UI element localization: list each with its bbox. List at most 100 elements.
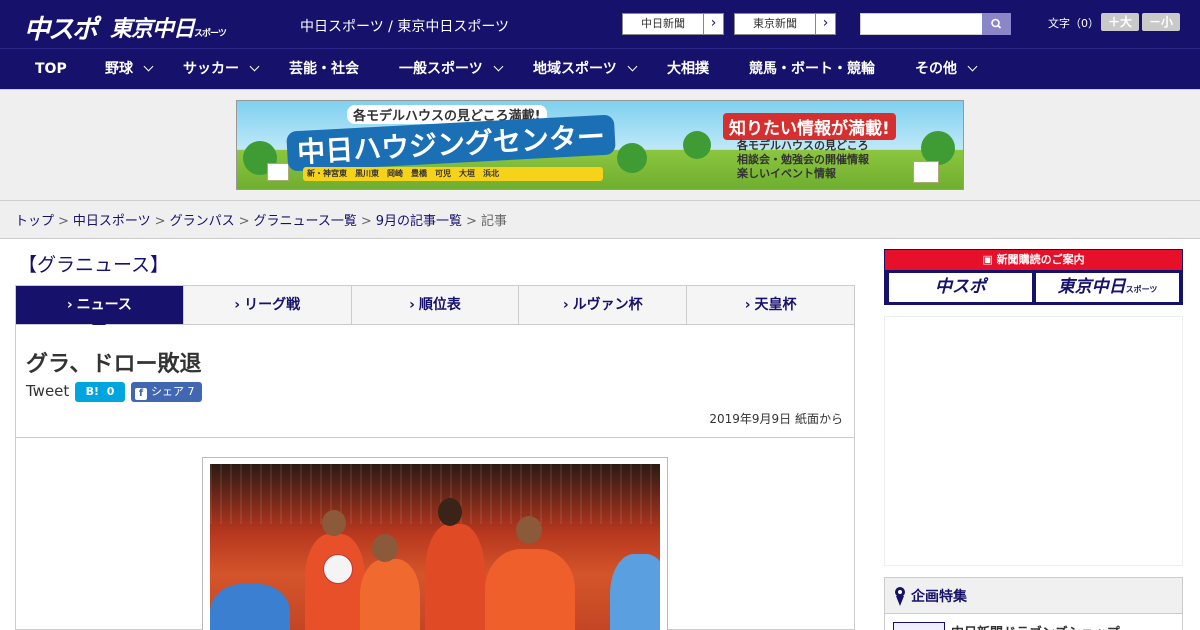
player-head: [516, 516, 542, 544]
goal-net: [210, 464, 660, 524]
chevron-down-icon: [627, 61, 638, 72]
nav-item-racing[interactable]: 競馬・ボート・競輪: [749, 49, 875, 90]
tab-news[interactable]: › ニュース: [16, 286, 184, 332]
banner-locations: 新・神宮東 黒川東 岡崎 豊橋 可児 大垣 浜北: [303, 167, 603, 181]
nav-item-entertainment[interactable]: 芸能・社会: [289, 49, 359, 90]
breadcrumb-separator: >: [466, 214, 477, 229]
subscription-header-label: 新聞購読のご案内: [996, 253, 1085, 266]
nav-item-regional-sports[interactable]: 地域スポーツ: [533, 49, 638, 90]
tokyo-logo-small: スポーツ: [194, 29, 227, 39]
tree-decoration: [683, 131, 711, 159]
hatena-icon: B!: [85, 385, 100, 398]
chevron-right-icon: ›: [815, 14, 835, 34]
tree-decoration: [617, 143, 647, 173]
dragons-shop-thumbnail[interactable]: [893, 622, 945, 630]
chevron-right-icon: ›: [234, 297, 241, 313]
divider: [15, 437, 855, 438]
player-figure: [360, 559, 420, 630]
nav-item-baseball[interactable]: 野球: [105, 49, 154, 90]
tweet-button[interactable]: Tweet: [26, 382, 69, 400]
subscribe-chuspo-button[interactable]: 中スポ: [889, 273, 1032, 302]
sidebar-ad[interactable]: [884, 316, 1183, 566]
nav-label: サッカー: [183, 61, 239, 77]
breadcrumb: トップ > 中日スポーツ > グランパス > グラニュース一覧 >9月の記事一覧 > 記事: [15, 210, 507, 229]
font-smaller-button[interactable]: －小: [1142, 13, 1180, 31]
nav-label: 競馬・ボート・競輪: [749, 61, 875, 77]
nav-label: 一般スポーツ: [399, 61, 483, 77]
chunichi-shimbun-link[interactable]: 中日新聞 ›: [622, 13, 724, 35]
nav-label: その他: [915, 61, 957, 77]
article-photo[interactable]: [210, 464, 660, 630]
nav-item-sumo[interactable]: 大相撲: [667, 49, 709, 90]
tab-emperors-cup[interactable]: › 天皇杯: [687, 286, 854, 324]
font-size-label: 文字（0）: [1048, 17, 1099, 30]
chevron-right-icon: ›: [744, 297, 751, 313]
nav-item-soccer[interactable]: サッカー: [183, 49, 260, 90]
chevron-right-icon: ›: [409, 297, 415, 313]
tokyo-shimbun-link[interactable]: 東京新聞 ›: [734, 13, 836, 35]
site-title[interactable]: 中日スポーツ / 東京中日スポーツ: [300, 16, 509, 36]
subscribe-tokyo-small: スポーツ: [1125, 285, 1158, 294]
banner-item: 相談会・勉強会の開催情報: [737, 153, 869, 166]
medal-icon: [895, 587, 905, 606]
housing-center-banner[interactable]: 各モデルハウスの見どころ満載! 中日ハウジングセンター 新・神宮東 黒川東 岡崎…: [236, 100, 964, 190]
house-decoration: [913, 161, 939, 183]
tab-levain-cup[interactable]: › ルヴァン杯: [519, 286, 688, 324]
tokyo-logo-main: 東京中日: [110, 17, 195, 42]
player-figure: [485, 549, 575, 630]
chevron-down-icon: [249, 61, 260, 72]
tab-standings[interactable]: › 順位表: [352, 286, 520, 324]
feature-title: 企画特集: [911, 589, 967, 605]
chuspo-logo[interactable]: 中スポ: [24, 9, 98, 46]
paper-link-label: 中日新聞: [641, 17, 685, 30]
facebook-share-button[interactable]: f シェア 7: [131, 382, 202, 402]
nav-label: 芸能・社会: [289, 61, 359, 77]
nav-item-general-sports[interactable]: 一般スポーツ: [399, 49, 504, 90]
banner-item: 楽しいイベント情報: [737, 167, 836, 180]
breadcrumb-separator: >: [238, 214, 250, 229]
tab-label: 順位表: [418, 297, 461, 313]
search-input[interactable]: [860, 13, 983, 35]
banner-right-title: 知りたい情報が満載!: [723, 113, 896, 140]
nav-item-others[interactable]: その他: [915, 49, 978, 90]
publish-date: 2019年9月9日 紙面から: [709, 412, 843, 426]
tokyo-chunichi-logo[interactable]: 東京中日スポーツ: [110, 11, 227, 43]
tab-league[interactable]: › リーグ戦: [184, 286, 352, 324]
subscribe-tokyo-button[interactable]: 東京中日スポーツ: [1036, 273, 1179, 302]
dragons-shop-link[interactable]: 中日新聞ドラゴンズショップ: [951, 622, 1120, 630]
banner-right-list: 各モデルハウスの見どころ 相談会・勉強会の開催情報 楽しいイベント情報: [737, 139, 869, 181]
breadcrumb-chunichi-sports[interactable]: 中日スポーツ: [73, 214, 151, 229]
player-head: [372, 534, 398, 562]
breadcrumb-gura-news-list[interactable]: グラニュース一覧: [254, 214, 357, 229]
fb-share-count: 7: [187, 385, 195, 398]
breadcrumb-grampus[interactable]: グランパス: [170, 214, 235, 229]
player-head: [438, 498, 462, 526]
nav-label: 大相撲: [667, 61, 709, 77]
soccer-ball: [323, 554, 353, 584]
divider: [0, 200, 1200, 201]
nav-item-top[interactable]: TOP: [35, 49, 67, 90]
hatena-count: 0: [106, 385, 115, 398]
nav-label: 地域スポーツ: [533, 61, 617, 77]
paper-link-label: 東京新聞: [753, 17, 797, 30]
search-button[interactable]: [982, 13, 1011, 35]
hatena-bookmark-button[interactable]: B! 0: [75, 382, 125, 402]
top-header: 中スポ 東京中日スポーツ 中日スポーツ / 東京中日スポーツ 中日新聞 › 東京…: [0, 0, 1200, 48]
breadcrumb-top[interactable]: トップ: [15, 214, 54, 229]
font-larger-button[interactable]: ＋大: [1101, 13, 1139, 31]
article-headline: グラ、ドロー敗退: [26, 352, 202, 377]
facebook-icon: f: [135, 388, 147, 400]
main-nav: TOP 野球 サッカー 芸能・社会 一般スポーツ 地域スポーツ 大相撲 競馬・ボ…: [0, 48, 1200, 89]
breadcrumb-separator: >: [154, 214, 166, 229]
nav-label: TOP: [35, 61, 67, 77]
breadcrumb-september-list[interactable]: 9月の記事一覧: [376, 214, 462, 229]
subscription-header[interactable]: ▣ 新聞購読のご案内: [885, 250, 1182, 270]
fb-share-label: シェア: [151, 385, 184, 398]
banner-title: 中日ハウジングセンター: [286, 114, 616, 172]
tab-label: ルヴァン杯: [572, 297, 643, 313]
chevron-down-icon: [143, 61, 154, 72]
house-decoration: [267, 163, 289, 181]
player-figure: [425, 524, 485, 630]
chevron-down-icon: [493, 61, 504, 72]
opponent-figure: [610, 554, 660, 630]
